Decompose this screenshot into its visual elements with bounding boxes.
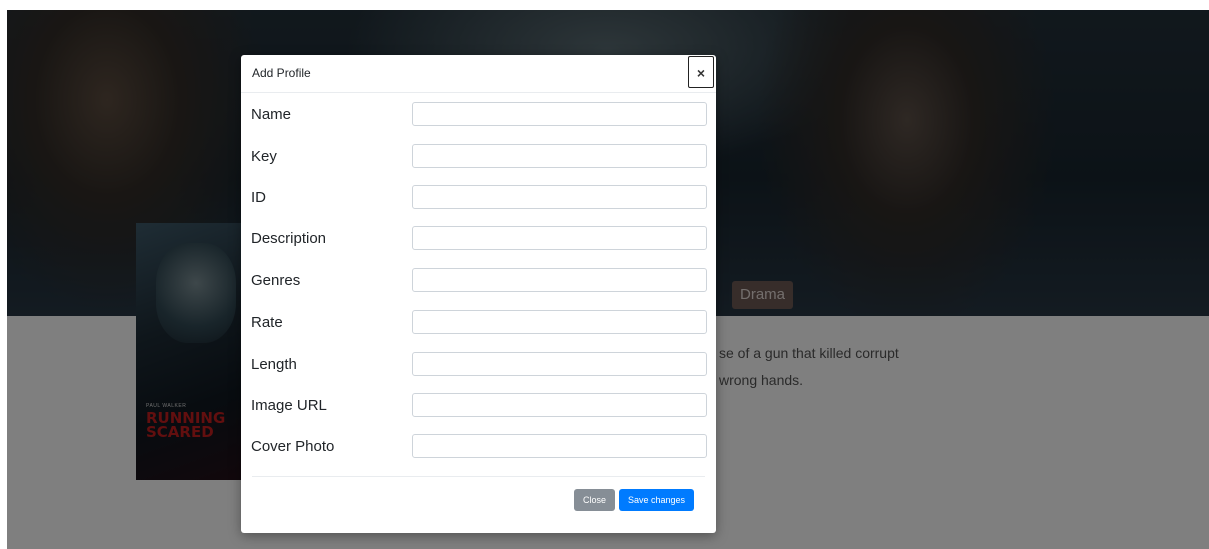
genres-input[interactable] bbox=[412, 268, 707, 292]
cover-photo-label: Cover Photo bbox=[251, 438, 335, 455]
rate-input[interactable] bbox=[412, 310, 707, 334]
description-label: Description bbox=[251, 230, 327, 247]
form-row-genres: Genres bbox=[241, 268, 716, 292]
length-input[interactable] bbox=[412, 352, 707, 376]
save-changes-button[interactable]: Save changes bbox=[619, 489, 694, 511]
modal-title: Add Profile bbox=[252, 66, 311, 80]
form-row-rate: Rate bbox=[241, 310, 716, 334]
id-input[interactable] bbox=[412, 185, 707, 209]
modal-header: Add Profile × bbox=[241, 55, 716, 93]
close-icon[interactable]: × bbox=[688, 56, 714, 88]
key-input[interactable] bbox=[412, 144, 707, 168]
form-row-length: Length bbox=[241, 352, 716, 376]
rate-label: Rate bbox=[251, 314, 283, 331]
form-row-description: Description bbox=[241, 226, 716, 250]
cover-photo-input[interactable] bbox=[412, 434, 707, 458]
id-label: ID bbox=[251, 189, 266, 206]
key-label: Key bbox=[251, 148, 277, 165]
name-label: Name bbox=[251, 106, 292, 123]
form-row-image-url: Image URL bbox=[241, 393, 716, 417]
name-input[interactable] bbox=[412, 102, 707, 126]
genres-label: Genres bbox=[251, 272, 301, 289]
description-input[interactable] bbox=[412, 226, 707, 250]
modal-footer-divider bbox=[252, 476, 705, 477]
form-row-name: Name bbox=[241, 102, 716, 126]
length-label: Length bbox=[251, 356, 297, 373]
close-button[interactable]: Close bbox=[574, 489, 615, 511]
form-row-key: Key bbox=[241, 144, 716, 168]
image-url-input[interactable] bbox=[412, 393, 707, 417]
form-row-id: ID bbox=[241, 185, 716, 209]
image-url-label: Image URL bbox=[251, 397, 327, 414]
form-row-cover-photo: Cover Photo bbox=[241, 434, 716, 458]
add-profile-modal: Add Profile × Name Key ID Description Ge… bbox=[241, 55, 716, 533]
